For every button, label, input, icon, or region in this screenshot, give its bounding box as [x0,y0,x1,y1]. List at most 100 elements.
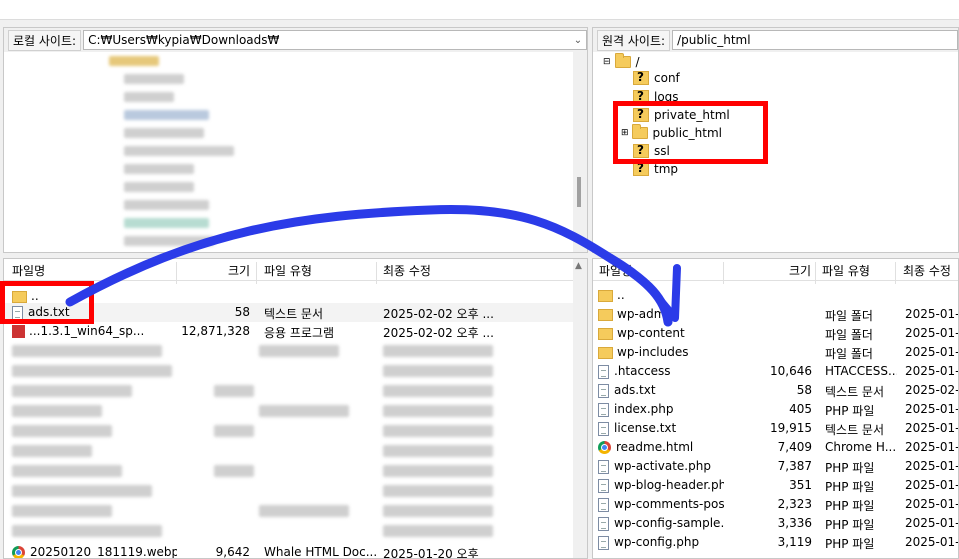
collapse-icon[interactable]: ⊟ [603,57,611,67]
table-row[interactable]: 20250120_181119.webp 9,642 Whale HTML Do… [4,543,587,559]
blurred-row[interactable] [383,345,493,357]
column-header-size[interactable]: 크기 [789,262,811,279]
blurred-row[interactable] [12,525,162,537]
blurred-row[interactable] [383,505,493,517]
local-list-scrollbar[interactable]: ▲ [573,259,587,558]
column-header-modified[interactable]: 최종 수정 [383,262,431,279]
table-row[interactable]: readme.html 7,409 Chrome H... 2025-01-1 [593,438,958,457]
table-row[interactable]: .htaccess 10,646 HTACCESS... 2025-01-1 [593,362,958,381]
blurred-row[interactable] [383,525,493,537]
blurred-row[interactable] [383,445,493,457]
table-row[interactable]: wp-content 파일 폴더 2025-01-1 [593,324,958,343]
file-name: 20250120_181119.webp [12,545,177,558]
tree-item-conf[interactable]: ? conf [633,69,680,87]
file-type: Chrome H... [825,440,897,454]
file-size: 3,119 [777,535,812,549]
tree-item[interactable] [109,56,159,66]
blurred-row[interactable] [383,405,493,417]
column-header-name[interactable]: 파일명 [599,262,632,279]
tree-item[interactable] [124,164,194,174]
chevron-up-icon[interactable]: ▲ [575,261,582,271]
blurred-row[interactable] [214,465,254,477]
file-name: license.txt [598,421,724,436]
tree-item[interactable] [124,236,214,246]
file-modified: 2025-02-02 오후 ... [383,307,494,321]
column-header-name[interactable]: 파일명 [12,262,45,279]
tree-item[interactable] [124,146,234,156]
local-tree-scrollbar[interactable] [573,52,587,252]
file-icon [598,516,609,531]
blurred-row[interactable] [383,365,493,377]
file-name: .htaccess [598,364,724,379]
file-modified: 2025-01-1 [905,459,958,473]
table-row[interactable]: wp-blog-header.php 351 PHP 파일 2025-01-1 [593,476,958,495]
tree-item[interactable] [124,218,209,228]
tree-item[interactable] [124,92,174,102]
blurred-row[interactable] [12,385,132,397]
file-modified: 2025-01-1 [905,326,958,340]
table-row[interactable]: license.txt 19,915 텍스트 문서 2025-01-1 [593,419,958,438]
file-name: ads.txt [598,383,724,398]
table-row[interactable]: wp-includes 파일 폴더 2025-01-1 [593,343,958,362]
blurred-row[interactable] [12,405,102,417]
local-site-pane: 로컬 사이트: C:₩Users₩kypia₩Downloads₩ ⌄ [3,27,588,253]
blurred-row[interactable] [259,345,339,357]
table-row[interactable]: index.php 405 PHP 파일 2025-01-1 [593,400,958,419]
scroll-thumb[interactable] [577,177,581,207]
table-row[interactable]: .. [593,286,958,305]
table-row[interactable]: wp-activate.php 7,387 PHP 파일 2025-01-1 [593,457,958,476]
blurred-row[interactable] [383,465,493,477]
file-modified: 2025-01-20 오후 [383,547,479,559]
blurred-row[interactable] [12,505,112,517]
file-icon [598,535,609,550]
table-row[interactable]: wp-comments-post.p... 2,323 PHP 파일 2025-01-… [593,495,958,514]
tree-item[interactable] [124,74,184,84]
blurred-row[interactable] [12,345,162,357]
table-row[interactable]: wp-admin 파일 폴더 2025-01-1 [593,305,958,324]
local-path-value: C:₩Users₩kypia₩Downloads₩ [88,33,280,47]
blurred-row[interactable] [12,445,92,457]
file-icon [598,478,609,493]
blurred-row[interactable] [383,485,493,497]
column-header-type[interactable]: 파일 유형 [822,262,870,279]
file-modified: 2025-02-0 [905,383,958,397]
blurred-row[interactable] [12,485,152,497]
local-path-input[interactable]: C:₩Users₩kypia₩Downloads₩ ⌄ [83,30,587,50]
tree-item[interactable] [124,128,204,138]
file-type: PHP 파일 [825,499,875,513]
file-type: Whale HTML Doc... [264,545,376,559]
file-name: wp-admin [598,307,724,321]
column-header-modified[interactable]: 최종 수정 [903,262,951,279]
remote-path-input[interactable]: /public_html [672,30,958,50]
file-icon [598,421,609,436]
public-html-highlight [613,101,768,164]
blurred-row[interactable] [259,505,349,517]
column-header-type[interactable]: 파일 유형 [264,262,312,279]
table-row[interactable]: ads.txt 58 텍스트 문서 2025-02-0 [593,381,958,400]
tree-item[interactable] [124,182,194,192]
table-row[interactable]: wp-config.php 3,119 PHP 파일 2025-01-1 [593,533,958,552]
tree-item[interactable] [124,200,209,210]
blurred-row[interactable] [12,365,172,377]
local-list-header: 파일명 크기 파일 유형 최종 수정 [4,259,587,284]
file-icon [598,383,609,398]
table-row[interactable]: ...1.3.1_win64_sp... 12,871,328 응용 프로그램 … [4,322,587,341]
file-modified: 2025-01-1 [905,440,958,454]
file-size: 7,409 [777,440,812,454]
blurred-row[interactable] [214,425,254,437]
tree-item[interactable] [124,110,209,120]
blurred-row[interactable] [12,465,122,477]
column-header-size[interactable]: 크기 [228,262,250,279]
folder-icon [598,308,613,321]
table-row[interactable]: wp-config-sample.php 3,336 PHP 파일 2025-01-1 [593,514,958,533]
file-type: PHP 파일 [825,404,875,418]
blurred-row[interactable] [12,425,112,437]
blurred-row[interactable] [383,385,493,397]
blurred-row[interactable] [383,425,493,437]
blurred-row[interactable] [214,385,254,397]
file-type: 텍스트 문서 [264,307,324,321]
file-size: 58 [234,305,250,319]
blurred-row[interactable] [259,405,349,417]
tree-label: / [635,55,640,69]
chevron-down-icon[interactable]: ⌄ [570,35,586,46]
